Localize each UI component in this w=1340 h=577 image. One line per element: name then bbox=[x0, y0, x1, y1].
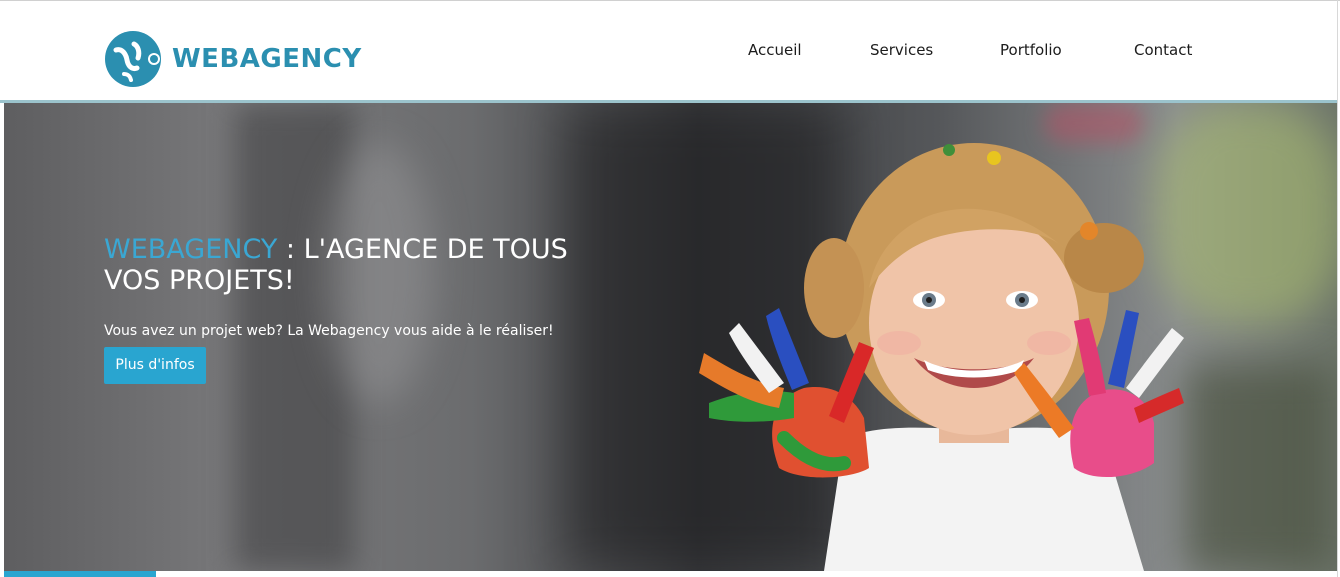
girl-with-painted-hands-photo bbox=[699, 143, 1184, 571]
hero-title-brand: WEBAGENCY bbox=[104, 234, 278, 265]
hero-title: WEBAGENCY : L'AGENCE DE TOUS VOS PROJETS… bbox=[104, 234, 624, 296]
hero-subtitle: Vous avez un projet web? La Webagency vo… bbox=[104, 323, 554, 339]
logo[interactable]: WEBAGENCY bbox=[104, 30, 362, 88]
nav-item-portfolio[interactable]: Portfolio bbox=[1000, 41, 1062, 59]
webagency-logo-icon bbox=[104, 30, 162, 88]
right-border bbox=[1337, 0, 1338, 577]
nav-item-services[interactable]: Services bbox=[870, 41, 933, 59]
more-info-button[interactable]: Plus d'infos bbox=[104, 347, 206, 384]
hero-banner: WEBAGENCY : L'AGENCE DE TOUS VOS PROJETS… bbox=[4, 103, 1338, 571]
nav-item-contact[interactable]: Contact bbox=[1134, 41, 1192, 59]
logo-text: WEBAGENCY bbox=[172, 44, 362, 74]
site-header: WEBAGENCY Accueil Services Portfolio Con… bbox=[0, 1, 1338, 100]
nav-item-accueil[interactable]: Accueil bbox=[748, 41, 802, 59]
page: WEBAGENCY Accueil Services Portfolio Con… bbox=[0, 0, 1340, 577]
slider-progress-bar bbox=[4, 571, 156, 577]
